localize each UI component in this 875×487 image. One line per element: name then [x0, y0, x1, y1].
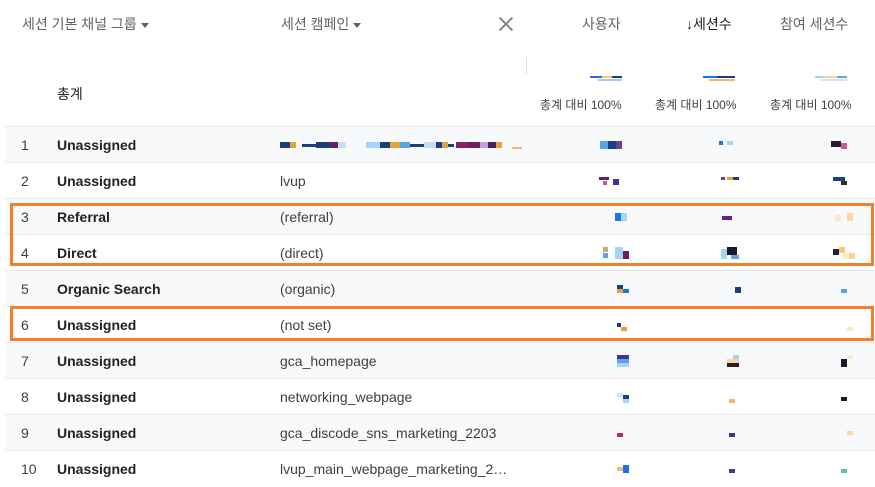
channel-cell: Direct [57, 245, 97, 261]
column-divider [526, 58, 527, 74]
campaign-cell: lvup_main_webpage_marketing_2… [280, 461, 508, 477]
sessions-header[interactable]: ↓세션수 [686, 14, 732, 34]
row-number: 2 [21, 173, 29, 189]
channel-cell: Unassigned [57, 389, 137, 405]
sessions-cell [735, 283, 745, 295]
engaged-cell [847, 427, 857, 439]
sessions-cell [727, 355, 743, 367]
engaged-total-pct: 총계 대비 100% [770, 98, 852, 112]
campaign-cell: networking_webpage [280, 389, 413, 405]
channel-cell: Unassigned [57, 461, 137, 477]
engaged-cell [833, 175, 853, 187]
row-number: 1 [21, 137, 29, 153]
sessions-cell [729, 427, 739, 439]
users-cell [617, 463, 631, 475]
campaign-cell: (not set) [280, 317, 332, 333]
row-number: 4 [21, 245, 29, 261]
engaged-sessions-header[interactable]: 참여 세션수 [780, 14, 848, 34]
engaged-cell [841, 463, 851, 475]
caret-down-icon [140, 22, 149, 28]
users-header[interactable]: 사용자 [582, 14, 621, 34]
engaged-cell [833, 247, 857, 259]
channel-cell: Organic Search [57, 281, 161, 297]
campaign-cell: lvup [280, 173, 306, 189]
table-row[interactable]: 9 Unassigned gca_discode_sns_marketing_2… [5, 414, 875, 450]
campaign-cell: gca_homepage [280, 353, 377, 369]
table-row[interactable]: 2 Unassigned lvup [5, 162, 875, 198]
dimension1-label: 세션 기본 채널 그룹 [22, 16, 137, 32]
users-cell [615, 211, 629, 223]
channel-cell: Unassigned [57, 317, 137, 333]
sessions-cell [721, 247, 743, 259]
engaged-cell [831, 139, 851, 151]
users-total-pct: 총계 대비 100% [540, 98, 622, 112]
table-row[interactable]: 7 Unassigned gca_homepage [5, 342, 875, 378]
users-total-sparkline [590, 76, 624, 82]
sessions-cell [729, 463, 739, 475]
sessions-cell [729, 391, 739, 403]
table-row[interactable]: 10 Unassigned lvup_main_webpage_marketin… [5, 450, 875, 486]
sessions-total-pct: 총계 대비 100% [655, 98, 737, 112]
channel-cell: Unassigned [57, 353, 137, 369]
sessions-cell [722, 211, 736, 223]
sessions-cell [719, 139, 739, 151]
total-label: 총계 [57, 86, 83, 102]
table-header: 세션 기본 채널 그룹 세션 캠페인 사용자 ↓세션수 참여 세션수 총계 총계… [0, 0, 875, 126]
row-number: 5 [21, 281, 29, 297]
dimension2-header[interactable]: 세션 캠페인 [281, 14, 362, 34]
engaged-total-sparkline [815, 76, 849, 82]
channel-cell: Unassigned [57, 425, 137, 441]
dimension1-header[interactable]: 세션 기본 채널 그룹 [22, 14, 149, 34]
redacted-campaign [280, 139, 530, 151]
users-cell [617, 427, 627, 439]
table-row[interactable]: 5 Organic Search (organic) [5, 270, 875, 306]
channel-cell: Unassigned [57, 137, 137, 153]
row-number: 7 [21, 353, 29, 369]
caret-down-icon [353, 22, 362, 28]
table-row[interactable]: 3 Referral (referral) [5, 198, 875, 234]
users-cell [600, 139, 624, 151]
channel-cell: Unassigned [57, 173, 137, 189]
users-cell [599, 175, 625, 187]
campaign-cell: gca_discode_sns_marketing_2203 [280, 425, 497, 441]
campaign-cell: (referral) [280, 209, 334, 225]
users-cell [617, 391, 631, 403]
sessions-total-sparkline [703, 76, 737, 82]
row-number: 6 [21, 317, 29, 333]
campaign-cell: (direct) [280, 245, 324, 261]
sessions-cell [721, 175, 741, 187]
engaged-cell [841, 355, 855, 367]
engaged-cell [841, 391, 851, 403]
table-row[interactable]: 6 Unassigned (not set) [5, 306, 875, 342]
campaign-cell: (organic) [280, 281, 336, 297]
users-cell [617, 355, 631, 367]
engaged-cell [841, 283, 851, 295]
table-row[interactable]: 8 Unassigned networking_webpage [5, 378, 875, 414]
users-cell [603, 247, 631, 259]
users-cell [617, 319, 631, 331]
engaged-cell [847, 319, 857, 331]
users-cell [617, 283, 633, 295]
channel-cell: Referral [57, 209, 110, 225]
row-number: 3 [21, 209, 29, 225]
close-icon[interactable] [496, 14, 516, 34]
row-number: 9 [21, 425, 29, 441]
row-number: 8 [21, 389, 29, 405]
engaged-cell [835, 211, 855, 223]
dimension2-label: 세션 캠페인 [281, 16, 350, 32]
row-number: 10 [21, 461, 37, 477]
table-row[interactable]: 4 Direct (direct) [5, 234, 875, 270]
table-row[interactable]: 1 Unassigned [5, 126, 875, 162]
